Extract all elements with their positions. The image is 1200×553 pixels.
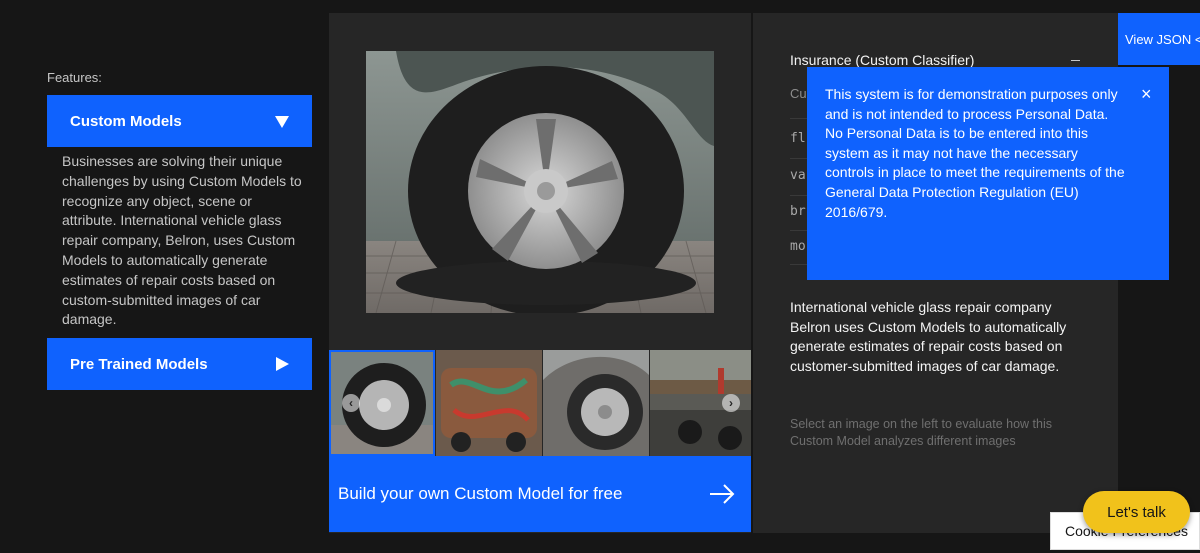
result-row: mo: [790, 239, 806, 254]
features-label: Features:: [47, 70, 102, 85]
result-row: va: [790, 168, 806, 183]
prev-image-arrow[interactable]: ‹: [342, 394, 360, 412]
collapse-icon[interactable]: [1071, 60, 1080, 61]
car-wheel-thumb[interactable]: [543, 350, 649, 456]
chevron-right-icon: [276, 357, 289, 371]
gdpr-notice: This system is for demonstration purpose…: [807, 67, 1169, 280]
custom-models-button[interactable]: Custom Models: [47, 95, 312, 147]
page: Features: Custom Models Businesses are s…: [0, 0, 1200, 553]
custom-models-label: Custom Models: [70, 112, 182, 130]
result-row: br: [790, 204, 806, 219]
classifier-title: Insurance (Custom Classifier): [790, 52, 975, 68]
view-json-button[interactable]: View JSON <: [1118, 13, 1200, 65]
flat-tire-photo: [366, 51, 714, 313]
lets-talk-button[interactable]: Let's talk: [1083, 491, 1190, 533]
close-icon[interactable]: ×: [1141, 85, 1155, 103]
next-image-arrow[interactable]: ›: [722, 394, 740, 412]
thumbnail-strip: [329, 350, 751, 456]
pre-trained-models-label: Pre Trained Models: [70, 355, 208, 373]
gdpr-notice-text: This system is for demonstration purpose…: [825, 86, 1125, 220]
arrow-right-icon: [710, 484, 735, 504]
custom-label: Cu: [790, 86, 807, 101]
results-hint: Select an image on the left to evaluate …: [790, 417, 1052, 448]
result-row: fl: [790, 131, 806, 146]
pre-trained-models-button[interactable]: Pre Trained Models: [47, 338, 312, 390]
graffiti-car-thumb[interactable]: [436, 350, 542, 456]
chevron-down-icon: [275, 116, 289, 128]
build-custom-model-label: Build your own Custom Model for free: [338, 484, 623, 503]
custom-models-description: Businesses are solving their unique chal…: [62, 153, 302, 328]
results-description: International vehicle glass repair compa…: [790, 299, 1067, 374]
build-custom-model-button[interactable]: Build your own Custom Model for free: [329, 456, 751, 532]
